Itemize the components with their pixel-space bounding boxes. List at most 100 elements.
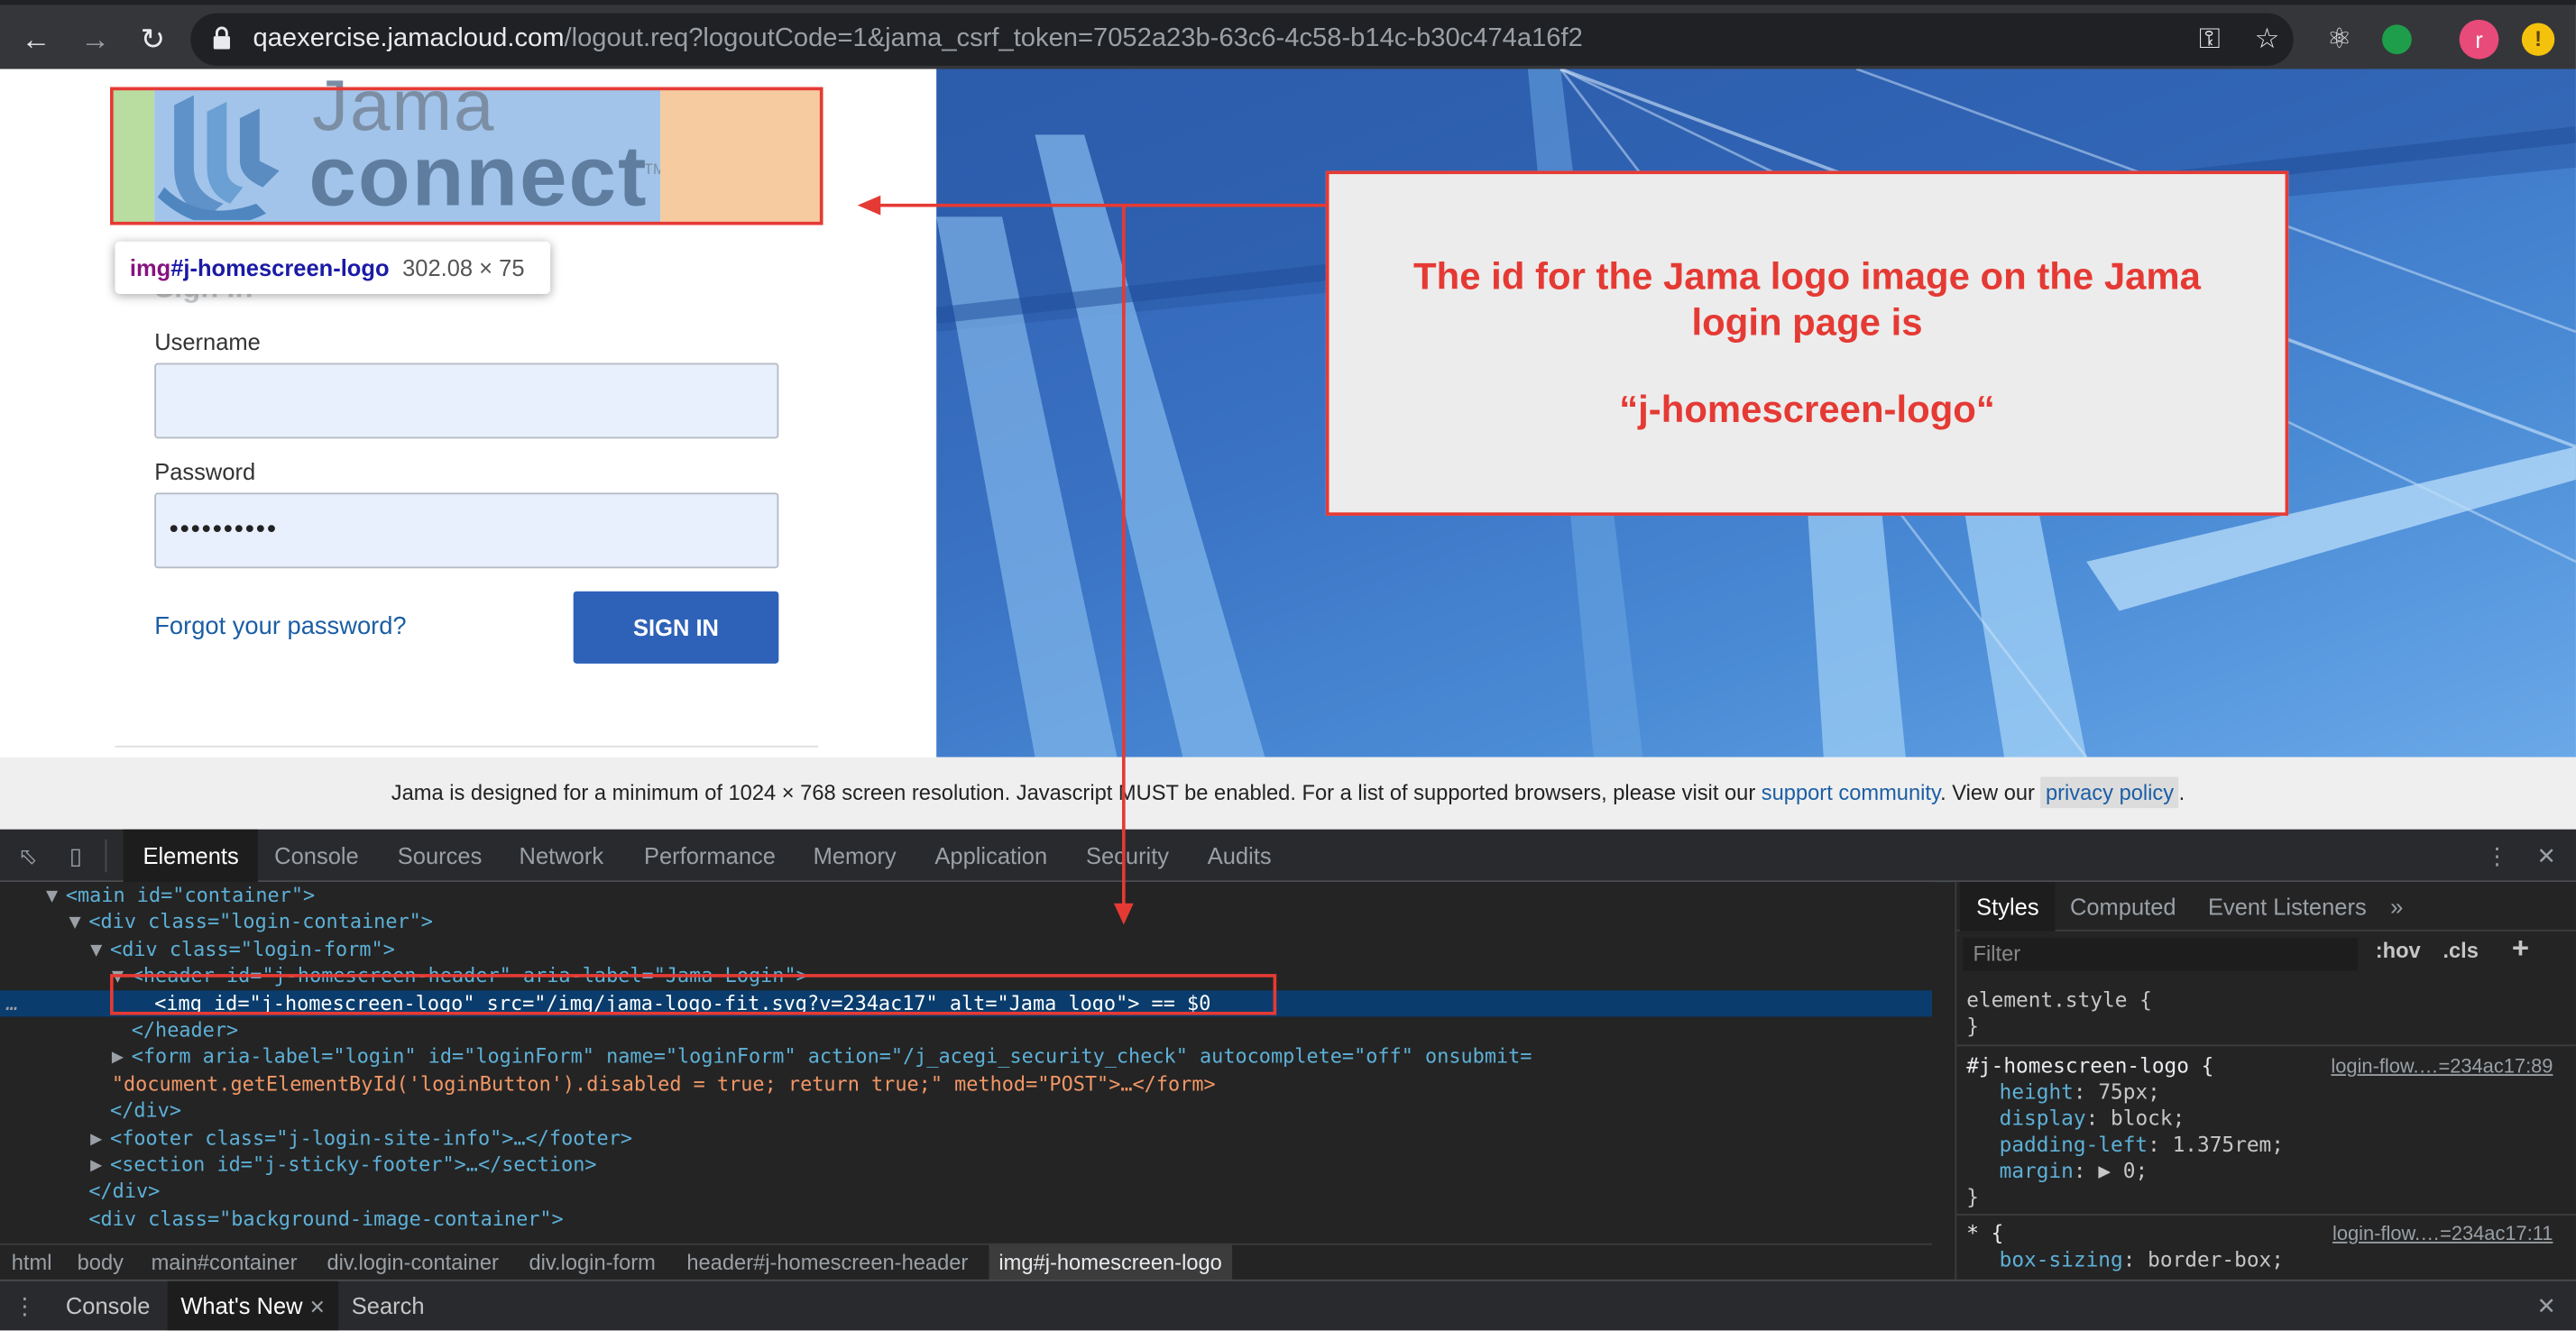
dom-node[interactable]: </div> <box>0 1097 1932 1124</box>
sign-in-button[interactable]: SIGN IN <box>573 591 779 664</box>
device-toolbar-icon[interactable]: ▯ <box>60 841 90 871</box>
dom-node[interactable]: "document.getElementById('loginButton').… <box>0 1070 1932 1097</box>
profile-avatar[interactable]: r <box>2459 19 2499 60</box>
expand-triangle-icon[interactable]: ▶ <box>90 1152 110 1179</box>
rule-close-brace: } <box>1966 1184 1979 1209</box>
tab-performance[interactable]: Performance <box>624 830 796 882</box>
css-property-box-sizing[interactable]: box-sizing: border-box; <box>2000 1246 2284 1271</box>
breadcrumb-html[interactable]: html <box>12 1245 52 1281</box>
dom-node[interactable]: ▶ <form aria-label="login" id="loginForm"… <box>0 1043 1932 1070</box>
back-icon[interactable]: ← <box>14 18 57 60</box>
more-options-icon[interactable]: ⋮ <box>2482 841 2512 871</box>
devtools-drawer: ⋮ Console What's New ✕ Search ✕ <box>0 1279 2576 1331</box>
username-label: Username <box>154 328 261 355</box>
star-icon[interactable]: ☆ <box>2249 22 2285 58</box>
update-warning-icon[interactable]: ! <box>2521 23 2555 56</box>
universal-rule-source-link[interactable]: login-flow.…=234ac17:11 <box>2332 1222 2553 1244</box>
expand-triangle-icon[interactable]: ▶ <box>90 1124 110 1152</box>
url-text: qaexercise.jamacloud.com/logout.req?logo… <box>253 24 1582 54</box>
breadcrumb-main[interactable]: main#container <box>152 1245 298 1281</box>
tab-computed[interactable]: Computed <box>2054 882 2193 932</box>
dom-node-markup: <form aria-label="login" id="loginForm" … <box>131 1045 1532 1069</box>
privacy-policy-link[interactable]: privacy policy <box>2040 776 2179 809</box>
css-property-display[interactable]: display: block; <box>2000 1106 2185 1130</box>
expand-triangle-icon[interactable]: ▼ <box>90 936 110 963</box>
close-devtools-icon[interactable]: ✕ <box>2532 841 2562 871</box>
divider <box>115 745 819 748</box>
close-drawer-icon[interactable]: ✕ <box>2532 1291 2562 1321</box>
lock-icon <box>213 26 230 50</box>
support-community-link[interactable]: support community <box>1762 780 1940 804</box>
dom-node-markup: </div> <box>88 1180 161 1203</box>
css-property-height[interactable]: height: 75px; <box>2000 1079 2160 1104</box>
dom-breadcrumb: html body main#container div.login-conta… <box>0 1243 1932 1281</box>
tab-audits[interactable]: Audits <box>1188 830 1292 882</box>
add-style-rule-icon[interactable]: + <box>2512 932 2529 966</box>
callout-line-1: The id for the Jama logo image on the Ja… <box>1413 254 2201 298</box>
tab-security[interactable]: Security <box>1066 830 1189 882</box>
css-property-margin[interactable]: margin: ▶ 0; <box>2000 1158 2148 1182</box>
url-path: /logout.req?logoutCode=1&jama_csrf_token… <box>564 24 1583 53</box>
breadcrumb-login-container[interactable]: div.login-container <box>327 1245 498 1281</box>
css-prop-name: margin <box>1999 1158 2074 1183</box>
tab-elements[interactable]: Elements <box>123 829 259 883</box>
expand-triangle-icon[interactable]: ▶ <box>112 1043 132 1070</box>
tab-memory[interactable]: Memory <box>794 830 916 882</box>
dom-node[interactable]: ▶ <footer class="j-login-site-info">…</fo… <box>0 1124 1932 1152</box>
inspect-tooltip: img#j-homescreen-logo 302.08 × 75 <box>115 241 551 295</box>
footer-text-end: . <box>2178 780 2185 805</box>
hov-toggle[interactable]: :hov <box>2376 938 2421 962</box>
drawer-tab-console[interactable]: Console <box>52 1281 163 1331</box>
tooltip-id: #j-homescreen-logo <box>170 254 390 281</box>
forward-icon[interactable]: → <box>74 18 116 60</box>
dom-node[interactable]: <div class="background-image-container"> <box>0 1206 1932 1233</box>
dom-node[interactable]: ▶ <section id="j-sticky-footer">…</sectio… <box>0 1152 1932 1179</box>
expand-triangle-icon[interactable]: ▼ <box>46 882 66 909</box>
dom-node[interactable]: ▼ <div class="login-container"> <box>0 909 1932 936</box>
tab-event-listeners[interactable]: Event Listeners <box>2192 882 2383 932</box>
expand-triangle-icon[interactable]: ▼ <box>69 909 88 936</box>
dom-node-markup: <div class="background-image-container"> <box>88 1207 564 1230</box>
browser-toolbar: ← → ↻ qaexercise.jamacloud.com/logout.re… <box>0 0 2576 69</box>
key-icon[interactable]: ⚿ <box>2192 22 2228 58</box>
drawer-tab-label: What's New <box>180 1292 303 1319</box>
dom-node[interactable]: ▼ <main id="container"> <box>0 882 1932 909</box>
tab-sources[interactable]: Sources <box>378 830 501 882</box>
more-tabs-icon[interactable]: » <box>2374 882 2420 932</box>
breadcrumb-img[interactable]: img#j-homescreen-logo <box>989 1244 1232 1281</box>
username-input[interactable] <box>154 363 779 439</box>
tab-network[interactable]: Network <box>500 830 623 882</box>
breadcrumb-body[interactable]: body <box>78 1245 124 1281</box>
address-bar[interactable]: qaexercise.jamacloud.com/logout.req?logo… <box>190 13 2294 66</box>
drawer-menu-icon[interactable]: ⋮ <box>10 1291 40 1321</box>
dom-node-markup: <div class="login-form"> <box>110 937 395 961</box>
tooltip-size: 302.08 × 75 <box>402 254 525 281</box>
reload-icon[interactable]: ↻ <box>132 18 174 60</box>
dom-node-markup: "document.getElementById('loginButton').… <box>111 1072 1216 1096</box>
callout-message: The id for the Jama logo image on the Ja… <box>1329 252 2286 344</box>
password-input[interactable]: •••••••••• <box>154 492 779 569</box>
extension-icon[interactable] <box>2382 24 2412 55</box>
tab-styles[interactable]: Styles <box>1959 882 2056 932</box>
drawer-tab-search[interactable]: Search <box>338 1281 437 1331</box>
element-style-rule: element.style { <box>1966 987 2152 1012</box>
dom-node[interactable]: </header> <box>0 1016 1932 1043</box>
close-tab-icon[interactable]: ✕ <box>309 1296 326 1318</box>
callout-id-text: “j-homescreen-logo“ <box>1619 387 1995 431</box>
forgot-password-link[interactable]: Forgot your password? <box>154 612 406 640</box>
tab-application[interactable]: Application <box>915 830 1067 882</box>
site-info-footer: Jama is designed for a minimum of 1024 ×… <box>0 757 2576 830</box>
dom-node[interactable]: </div> <box>0 1179 1932 1206</box>
breadcrumb-login-form[interactable]: div.login-form <box>529 1245 655 1281</box>
tab-console[interactable]: Console <box>254 830 378 882</box>
breadcrumb-header[interactable]: header#j-homescreen-header <box>686 1245 968 1281</box>
elements-dom-tree: ▼ <main id="container"> ▼ <div class="logi… <box>0 882 1932 1244</box>
inspect-element-icon[interactable]: ⬁ <box>14 841 43 871</box>
css-property-padding-left[interactable]: padding-left: 1.375rem; <box>2000 1132 2284 1156</box>
logo-rule-source-link[interactable]: login-flow.…=234ac17:89 <box>2331 1054 2553 1077</box>
cls-toggle[interactable]: .cls <box>2443 938 2479 962</box>
drawer-tab-whats-new[interactable]: What's New ✕ <box>167 1281 339 1331</box>
react-extension-icon[interactable]: ⚛ <box>2322 22 2358 58</box>
dom-node[interactable]: ▼ <div class="login-form"> <box>0 936 1932 963</box>
styles-filter-input[interactable]: Filter <box>1963 938 2358 971</box>
